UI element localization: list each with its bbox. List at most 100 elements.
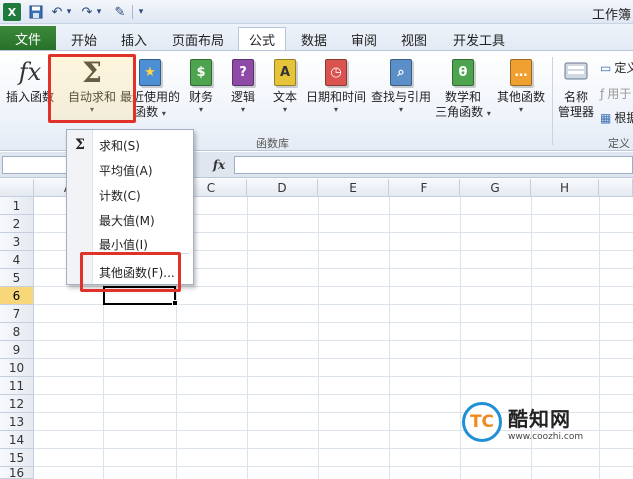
function-library-group-label: 函数库 xyxy=(256,137,289,150)
grid-line xyxy=(34,394,633,395)
row-header[interactable]: 4 xyxy=(0,251,34,269)
lookup-reference-button[interactable]: ⌕ 查找与引用 ▾ xyxy=(368,57,434,115)
more-functions-button[interactable]: … 其他函数 ▾ xyxy=(494,57,548,115)
column-header-extra[interactable] xyxy=(599,179,633,197)
column-header[interactable]: H xyxy=(531,179,599,197)
name-manager-button[interactable]: 名称 管理器 xyxy=(556,57,596,120)
menu-item-label: 计数(C) xyxy=(99,188,141,203)
undo-icon[interactable]: ↶ xyxy=(50,3,64,21)
more-functions-label: 其他函数 xyxy=(496,90,545,104)
tab-page-layout[interactable]: 页面布局 xyxy=(166,28,230,50)
select-all-corner[interactable] xyxy=(0,179,34,197)
fx-icon[interactable]: fx xyxy=(206,156,232,174)
tab-view[interactable]: 视图 xyxy=(394,28,434,50)
text-button[interactable]: A 文本 ▾ xyxy=(268,57,302,115)
tab-review[interactable]: 审阅 xyxy=(344,28,384,50)
row-header[interactable]: 11 xyxy=(0,377,34,395)
text-label: 文本 xyxy=(272,90,297,104)
grid-line xyxy=(247,197,248,479)
chevron-down-icon: ▾ xyxy=(398,105,403,114)
grid-icon: ▦ xyxy=(600,110,612,125)
group-separator xyxy=(552,57,553,145)
title-bar: X ↶ ▾ ↷ ▾ ✎ ▾ 工作簿 xyxy=(0,0,633,24)
menu-item-max[interactable]: 最大值(M) xyxy=(67,209,193,231)
tab-insert[interactable]: 插入 xyxy=(114,28,154,50)
grid-line xyxy=(460,197,461,479)
tab-file[interactable]: 文件 xyxy=(0,26,56,50)
redo-dropdown-icon[interactable]: ▾ xyxy=(94,3,104,21)
customize-tool-icon[interactable]: ✎ xyxy=(111,3,129,21)
row-header[interactable]: 9 xyxy=(0,341,34,359)
formula-input[interactable] xyxy=(234,156,633,174)
save-icon[interactable] xyxy=(28,3,44,21)
window-title: 工作簿 xyxy=(591,8,631,23)
grid-line xyxy=(34,376,633,377)
theta-book-icon: θ xyxy=(449,57,477,87)
logical-label: 逻辑 xyxy=(230,90,255,104)
tab-formulas[interactable]: 公式 xyxy=(238,27,286,51)
watermark: TC 酷知网 www.coozhi.com xyxy=(462,398,610,446)
column-header[interactable]: D xyxy=(247,179,318,197)
grid-line xyxy=(318,197,319,479)
row-header[interactable]: 14 xyxy=(0,431,34,449)
watermark-logo: TC xyxy=(462,402,502,442)
clock-book-icon: ◷ xyxy=(322,57,350,87)
tag-icon: ▭ xyxy=(600,60,612,75)
excel-logo-icon[interactable]: X xyxy=(3,3,21,21)
column-header[interactable]: F xyxy=(389,179,460,197)
row-header[interactable]: 5 xyxy=(0,269,34,287)
chevron-down-icon: ▾ xyxy=(198,105,203,114)
logical-book-icon: ? xyxy=(229,57,257,87)
menu-item-average[interactable]: 平均值(A) xyxy=(67,159,193,181)
math-trig-button[interactable]: θ 数学和 三角函数 ▾ xyxy=(434,57,492,120)
create-from-selection-button[interactable]: ▦ 根据 xyxy=(600,109,633,126)
watermark-url: www.coozhi.com xyxy=(508,431,584,442)
menu-item-sum[interactable]: Σ 求和(S) xyxy=(67,134,193,156)
tab-home[interactable]: 开始 xyxy=(64,28,104,50)
date-time-label: 日期和时间 xyxy=(305,90,366,104)
menu-item-label: 平均值(A) xyxy=(99,163,153,178)
customize-quick-access-icon[interactable]: ▾ xyxy=(136,3,146,21)
watermark-title: 酷知网 xyxy=(508,406,571,431)
row-header[interactable]: 3 xyxy=(0,233,34,251)
date-time-button[interactable]: ◷ 日期和时间 ▾ xyxy=(304,57,368,115)
row-header[interactable]: 2 xyxy=(0,215,34,233)
fx-icon: fx xyxy=(18,58,42,86)
magnifier-book-icon: ⌕ xyxy=(387,57,415,87)
chevron-down-icon: ▾ xyxy=(161,109,166,118)
name-manager-label: 名称 管理器 xyxy=(557,90,594,119)
tab-data[interactable]: 数据 xyxy=(294,28,334,50)
row-header[interactable]: 13 xyxy=(0,413,34,431)
define-name-button[interactable]: ▭ 定义 xyxy=(600,59,633,76)
chevron-down-icon: ▾ xyxy=(240,105,245,114)
chevron-down-icon: ▾ xyxy=(282,105,287,114)
grid-line xyxy=(389,197,390,479)
column-header[interactable]: G xyxy=(460,179,531,197)
tab-developer[interactable]: 开发工具 xyxy=(446,28,512,50)
grid-line xyxy=(34,322,633,323)
fill-handle[interactable] xyxy=(172,300,178,306)
row-header[interactable]: 1 xyxy=(0,197,34,215)
menu-item-label: 求和(S) xyxy=(99,138,140,153)
menu-item-count[interactable]: 计数(C) xyxy=(67,184,193,206)
row-header[interactable]: 15 xyxy=(0,449,34,467)
row-header[interactable]: 7 xyxy=(0,305,34,323)
logical-button[interactable]: ? 逻辑 ▾ xyxy=(226,57,260,115)
financial-book-icon: $ xyxy=(187,57,215,87)
autosum-highlight xyxy=(48,54,136,123)
row-header[interactable]: 12 xyxy=(0,395,34,413)
redo-icon[interactable]: ↷ xyxy=(80,3,94,21)
grid-line xyxy=(34,448,633,449)
undo-dropdown-icon[interactable]: ▾ xyxy=(64,3,74,21)
row-header[interactable]: 8 xyxy=(0,323,34,341)
column-header[interactable]: E xyxy=(318,179,389,197)
menu-item-label: 最小值(I) xyxy=(99,237,148,252)
row-header-selected[interactable]: 6 xyxy=(0,287,34,305)
menu-item-label: 最大值(M) xyxy=(99,213,155,228)
more-books-icon: … xyxy=(507,57,535,87)
ribbon-tab-row: 文件 开始 插入 页面布局 公式 数据 审阅 视图 开发工具 xyxy=(0,24,633,51)
use-in-formula-button[interactable]: ƒ 用于 xyxy=(600,85,631,102)
financial-button[interactable]: $ 财务 ▾ xyxy=(184,57,218,115)
row-header[interactable]: 16 xyxy=(0,466,34,479)
row-header[interactable]: 10 xyxy=(0,359,34,377)
